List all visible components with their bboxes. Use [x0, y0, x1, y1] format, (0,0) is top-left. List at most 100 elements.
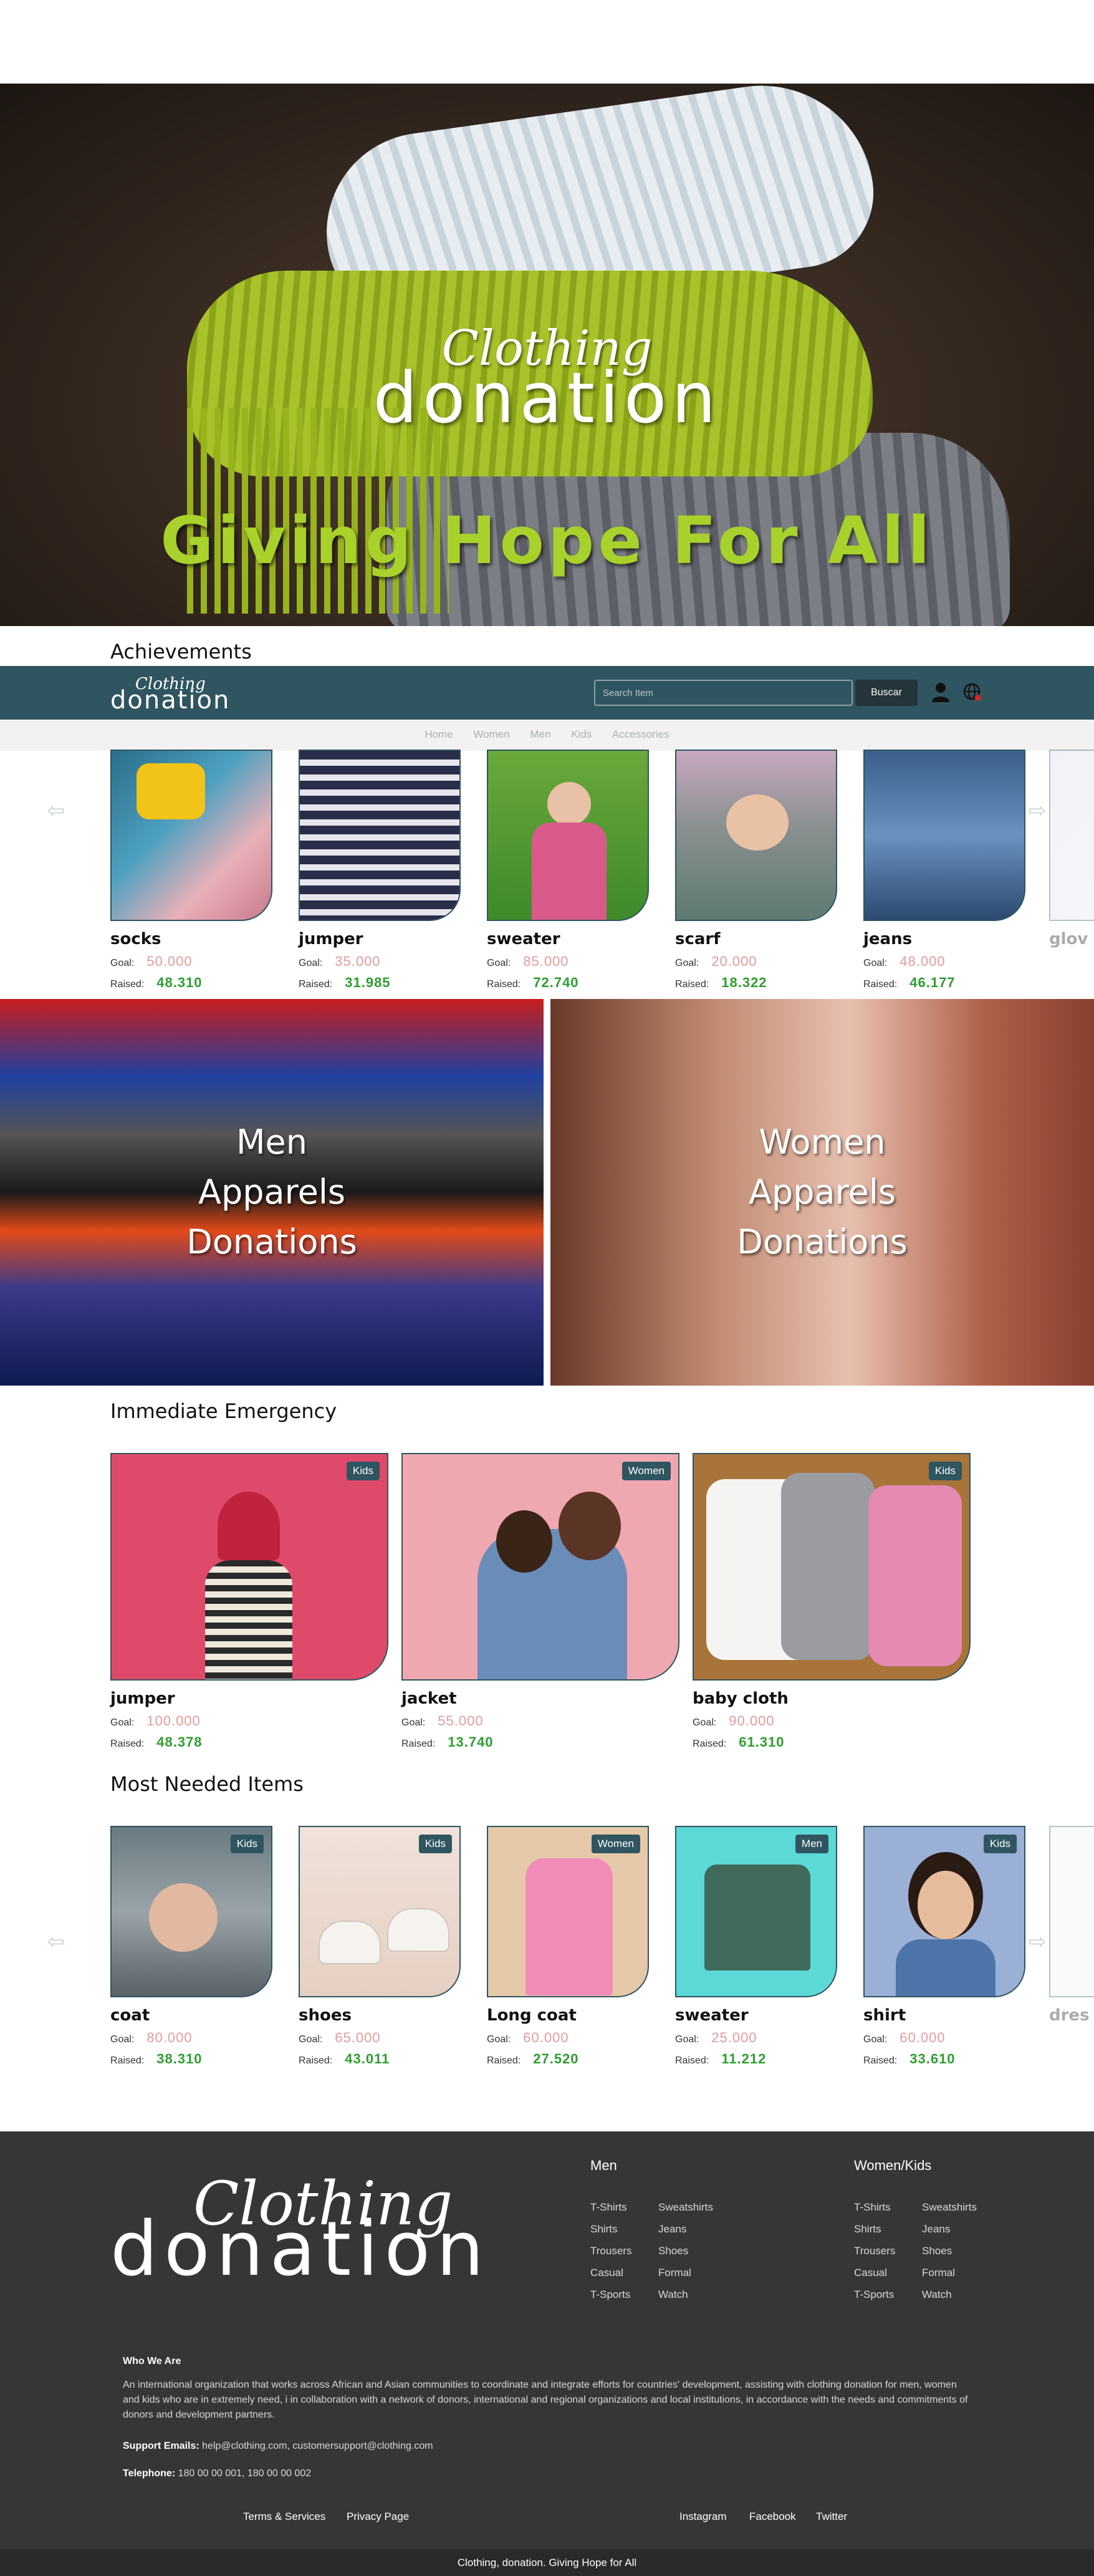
arrow-right-icon[interactable]: ⇨: [1026, 799, 1048, 822]
mother-hair: [559, 1492, 621, 1560]
emergency-card[interactable]: Women jacket Goal: 55.000 Raised: 13.740: [401, 1453, 679, 1750]
footer-womenkids-link[interactable]: Trousers: [854, 2245, 895, 2257]
long-coat-figure: [525, 1858, 613, 1995]
raised-label: Raised:: [110, 979, 145, 990]
footer-womenkids-link[interactable]: Sweatshirts: [922, 2201, 977, 2214]
achievement-card[interactable]: socks Goal: 50.000 Raised: 48.310: [110, 750, 272, 991]
goal-row: Goal: 60.000: [863, 2030, 1025, 2046]
goal-row: Goal: 20.000: [675, 953, 837, 970]
needed-image: Kids: [110, 1826, 272, 1997]
needed-card[interactable]: Men sweater Goal: 25.000 Raised: 11.212: [675, 1826, 837, 2067]
goal-value: 55.000: [438, 1713, 484, 1729]
footer-womenkids-link[interactable]: Formal: [922, 2267, 955, 2279]
goal-value: 60.000: [523, 2030, 569, 2045]
subnav-accessories[interactable]: Accessories: [612, 728, 669, 740]
needed-card[interactable]: Kids coat Goal: 80.000 Raised: 38.310: [110, 1826, 272, 2067]
men-banner[interactable]: Men Apparels Donations: [0, 999, 544, 1386]
needed-card[interactable]: Kids shoes Goal: 65.000 Raised: 43.011: [299, 1826, 461, 2067]
footer-men-link[interactable]: Jeans: [658, 2223, 686, 2236]
needed-card-partial[interactable]: dres: [1049, 1826, 1094, 2025]
search-input[interactable]: [594, 680, 853, 706]
footer-womenkids-link[interactable]: Casual: [854, 2267, 887, 2279]
emergency-info: baby cloth Goal: 90.000 Raised: 61.310: [693, 1689, 971, 1750]
privacy-link[interactable]: Privacy Page: [347, 2511, 409, 2523]
raised-row: Raised: 27.520: [487, 2051, 649, 2067]
footer-men-link[interactable]: Watch: [658, 2289, 688, 2301]
baby-cloth-grey: [781, 1473, 875, 1660]
achievement-card[interactable]: jeans Goal: 48.000 Raised: 46.177: [863, 750, 1025, 991]
raised-row: Raised: 46.177: [863, 975, 1025, 991]
achievement-card-partial[interactable]: glov: [1049, 750, 1094, 948]
emergency-card[interactable]: Kids jumper Goal: 100.000 Raised: 48.378: [110, 1453, 388, 1750]
arrow-left-icon[interactable]: ⇦: [45, 799, 67, 822]
arrow-left-icon[interactable]: ⇦: [45, 1931, 67, 1953]
twitter-link[interactable]: Twitter: [816, 2511, 847, 2523]
footer-men-link[interactable]: Shirts: [590, 2223, 617, 2236]
user-icon[interactable]: [931, 682, 950, 702]
raised-label: Raised:: [299, 2055, 333, 2066]
facebook-link[interactable]: Facebook: [749, 2511, 796, 2523]
goal-label: Goal:: [401, 1717, 426, 1728]
goal-value: 85.000: [523, 953, 569, 969]
achievement-card[interactable]: scarf Goal: 20.000 Raised: 18.322: [675, 750, 837, 991]
footer-men-link[interactable]: T-Shirts: [590, 2201, 627, 2214]
footer-men-link[interactable]: T-Sports: [590, 2289, 630, 2301]
support-value[interactable]: help@clothing.com, customersupport@cloth…: [202, 2441, 433, 2451]
goal-value: 80.000: [146, 2030, 193, 2045]
instagram-link[interactable]: Instagram: [679, 2511, 727, 2523]
footer-womenkids-link[interactable]: T-Shirts: [854, 2201, 891, 2214]
women-banner-line-3: Donations: [737, 1222, 908, 1261]
terms-link[interactable]: Terms & Services: [243, 2511, 325, 2523]
goal-row: Goal: 35.000: [299, 953, 461, 970]
shirt-figure: [896, 1939, 996, 1996]
footer-womenkids-link[interactable]: T-Sports: [854, 2289, 894, 2301]
goal-label: Goal:: [863, 2034, 888, 2045]
sweater-figure: [704, 1864, 810, 1971]
item-name: shirt: [863, 2006, 906, 2025]
achievement-card[interactable]: sweater Goal: 85.000 Raised: 72.740: [487, 750, 649, 991]
raised-value: 33.610: [909, 2051, 956, 2067]
subnav-men[interactable]: Men: [530, 728, 550, 740]
footer-men-link[interactable]: Casual: [590, 2267, 623, 2279]
item-name: sweater: [675, 2006, 749, 2025]
raised-label: Raised:: [299, 979, 333, 990]
subnav-home[interactable]: Home: [425, 728, 453, 740]
subnav-kids[interactable]: Kids: [571, 728, 592, 740]
child-hair: [496, 1510, 552, 1573]
goal-label: Goal:: [110, 2034, 135, 2045]
emergency-card[interactable]: Kids baby cloth Goal: 90.000 Raised: 61.31…: [693, 1453, 971, 1750]
goal-label: Goal:: [675, 958, 699, 968]
raised-row: Raised: 31.985: [299, 975, 461, 991]
emergency-image: Kids: [110, 1453, 388, 1681]
jumper-figure: [205, 1560, 292, 1679]
footer-men-link[interactable]: Formal: [658, 2267, 691, 2279]
raised-value: 48.378: [156, 1734, 203, 1750]
footer-womenkids-link[interactable]: Shoes: [922, 2245, 952, 2257]
goal-value: 48.000: [900, 953, 946, 969]
goal-row: Goal: 48.000: [863, 953, 1025, 970]
raised-label: Raised:: [110, 1739, 145, 1749]
arrow-right-icon[interactable]: ⇨: [1026, 1931, 1048, 1953]
needed-image: Kids: [299, 1826, 461, 1997]
needed-image: [1049, 1826, 1094, 1997]
footer-womenkids-link[interactable]: Shirts: [854, 2223, 881, 2236]
search-button[interactable]: Buscar: [855, 680, 918, 706]
footer-men-link[interactable]: Trousers: [590, 2245, 631, 2257]
women-banner[interactable]: Women Apparels Donations: [550, 999, 1094, 1386]
goal-label: Goal:: [110, 958, 135, 968]
footer-womenkids-link[interactable]: Jeans: [922, 2223, 950, 2236]
hero-tagline: Giving Hope For All: [160, 503, 934, 579]
footer-men-link[interactable]: Shoes: [658, 2245, 688, 2257]
achievement-image: [487, 750, 649, 921]
footer-womenkids-link[interactable]: Watch: [922, 2289, 952, 2301]
phone-value: 180 00 00 001, 180 00 00 002: [178, 2468, 312, 2479]
goal-value: 100.000: [146, 1713, 201, 1729]
achievement-card[interactable]: jumper Goal: 35.000 Raised: 31.985: [299, 750, 461, 991]
globe-icon[interactable]: [962, 682, 982, 702]
men-banner-line-1: Men: [236, 1122, 308, 1162]
needed-card[interactable]: Women Long coat Goal: 60.000 Raised: 27.52…: [487, 1826, 649, 2067]
footer-men-link[interactable]: Sweatshirts: [658, 2201, 713, 2214]
goal-row: Goal: 60.000: [487, 2030, 649, 2046]
needed-card[interactable]: Kids shirt Goal: 60.000 Raised: 33.610: [863, 1826, 1025, 2067]
subnav-women[interactable]: Women: [473, 728, 509, 740]
